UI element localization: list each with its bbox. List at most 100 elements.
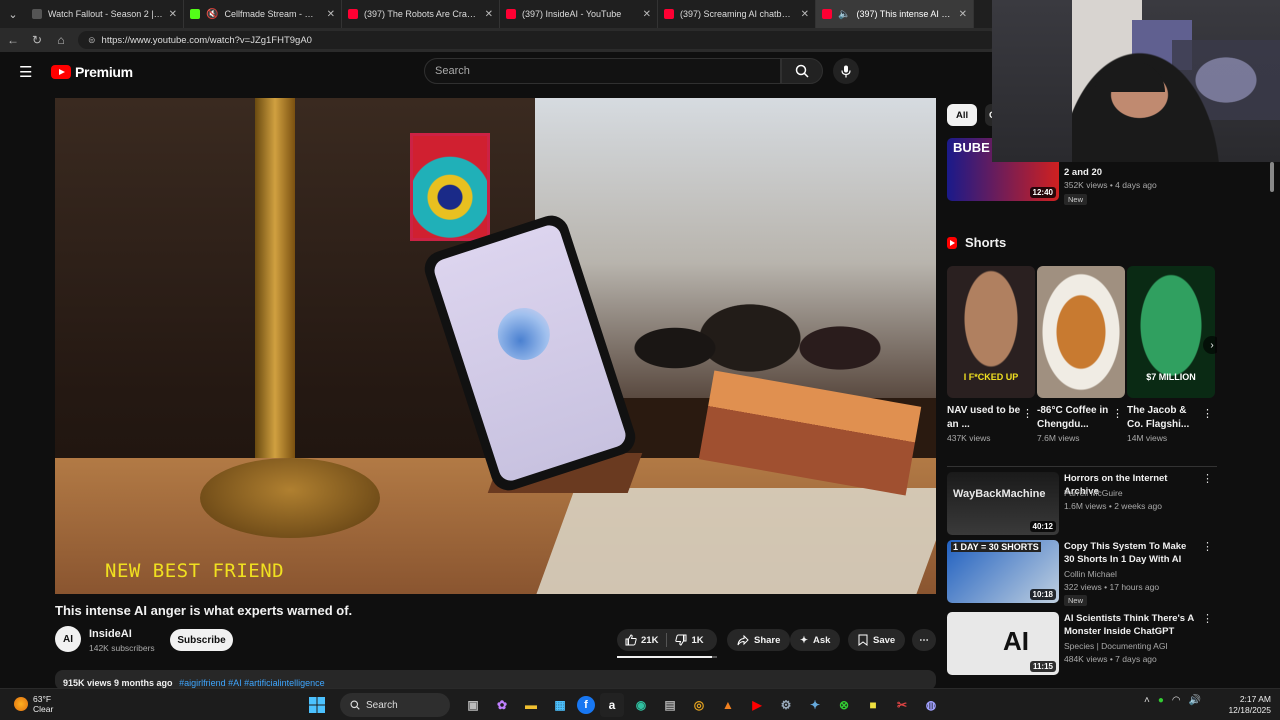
task-view-icon[interactable]: ▣ [461, 693, 485, 717]
like-dislike-group: 21K 1K [617, 629, 717, 651]
more-vertical-icon[interactable]: ⋮ [1202, 612, 1213, 625]
chrome-icon[interactable]: ◎ [687, 693, 711, 717]
volume-icon[interactable]: 🔊 [1189, 695, 1201, 706]
windows-start-icon[interactable] [305, 693, 329, 717]
vlc-icon[interactable]: ▲ [716, 693, 740, 717]
app-icon[interactable]: ✦ [803, 693, 827, 717]
calculator-icon[interactable]: ▤ [658, 693, 682, 717]
hashtags[interactable]: #aigirlfriend #AI #artificialintelligenc… [179, 678, 325, 688]
channel-name: Collin Michael [1064, 569, 1117, 579]
more-vertical-icon[interactable]: ⋮ [1112, 407, 1123, 420]
chip-all[interactable]: All [947, 104, 978, 126]
description-box[interactable]: 915K views 9 months ago #aigirlfriend #A… [55, 670, 936, 690]
short-item[interactable]: I F*CKED UP NAV used to be an ... 437K v… [947, 266, 1035, 443]
ask-button[interactable]: ✦ Ask [790, 629, 841, 651]
amazon-icon[interactable]: a [600, 693, 624, 717]
weather-widget[interactable]: 63°F Clear [14, 694, 53, 714]
site-info-icon[interactable]: ⊜ [88, 35, 96, 46]
video-title: Copy This System To Make 30 Shorts In 1 … [1064, 541, 1187, 565]
thumbnail-text: WayBackMachine [953, 488, 1046, 500]
xbox-icon[interactable]: ⊗ [832, 693, 856, 717]
sticky-notes-icon[interactable]: ■ [861, 693, 885, 717]
tab-close-icon[interactable]: ✕ [643, 9, 651, 20]
edge-icon[interactable]: ◉ [629, 693, 653, 717]
more-vertical-icon[interactable]: ⋮ [1022, 407, 1033, 420]
steam-icon[interactable]: ⚙ [774, 693, 798, 717]
save-button[interactable]: Save [848, 629, 906, 651]
back-icon[interactable]: ← [6, 33, 20, 47]
browser-tab[interactable]: (397) Screaming AI chatbot claim ✕ [658, 0, 816, 28]
tab-close-icon[interactable]: ✕ [327, 9, 335, 20]
recommended-video[interactable]: 1 DAY = 30 SHORTS 10:18 Copy This System… [947, 540, 1217, 606]
taskbar-apps: Search ▣ ✿ ▬ ▦ f a ◉ ▤ ◎ ▲ ▶ ⚙ ✦ ⊗ ■ ✂ ◍ [305, 693, 943, 717]
scrollbar-thumb[interactable] [1270, 162, 1274, 192]
channel-avatar[interactable]: AI [55, 626, 81, 652]
snipping-tool-icon[interactable]: ✂ [890, 693, 914, 717]
file-explorer-icon[interactable]: ▬ [519, 693, 543, 717]
url-field[interactable]: ⊜ https://www.youtube.com/watch?v=JZg1FH… [78, 31, 998, 49]
tab-close-icon[interactable]: ✕ [801, 9, 809, 20]
browser-tab[interactable]: 🔇 Cellfmade Stream - Watch Liv ✕ [184, 0, 342, 28]
search-icon [795, 64, 809, 78]
app-tray-icon[interactable]: ● [1158, 695, 1164, 706]
facebook-icon[interactable]: f [577, 696, 595, 714]
browser-tab-active[interactable]: 🔈 (397) This intense AI anger is ✕ [816, 0, 974, 28]
more-vertical-icon[interactable]: ⋮ [1202, 407, 1213, 420]
tab-close-icon[interactable]: ✕ [959, 9, 967, 20]
search-button[interactable] [781, 58, 823, 84]
chevron-up-icon[interactable]: ˄ [1144, 695, 1150, 706]
windows-taskbar: 63°F Clear Search ▣ ✿ ▬ ▦ f a ◉ ▤ ◎ ▲ ▶ … [0, 688, 1280, 720]
short-item[interactable]: $7 MILLION The Jacob & Co. Flagshi... 14… [1127, 266, 1215, 443]
video-player[interactable]: NEW BEST FRIEND [55, 98, 936, 594]
reload-icon[interactable]: ↻ [30, 33, 44, 47]
search-input[interactable]: Search [424, 58, 781, 84]
tab-audio-icon[interactable]: 🔈 [838, 9, 850, 20]
tab-list-menu-icon[interactable]: ⌄ [0, 0, 26, 28]
brass-candlestick [255, 98, 295, 498]
tab-title: (397) Screaming AI chatbot claim [680, 9, 795, 19]
tab-favicon-icon [664, 9, 674, 19]
youtube-logo[interactable]: Premium [51, 64, 133, 80]
like-button[interactable]: 21K [617, 633, 668, 647]
recommended-video[interactable]: AI 11:15 AI Scientists Think There's A M… [947, 612, 1217, 676]
system-tray: ˄ ● ◠ 🔊 [1144, 695, 1201, 706]
taskbar-search[interactable]: Search [340, 693, 450, 717]
tab-muted-icon[interactable]: 🔇 [206, 9, 218, 20]
store-icon[interactable]: ▦ [548, 693, 572, 717]
more-actions-button[interactable]: ⋯ [912, 629, 936, 651]
copilot-icon[interactable]: ✿ [490, 693, 514, 717]
tab-close-icon[interactable]: ✕ [485, 9, 493, 20]
browser-tab[interactable]: Watch Fallout - Season 2 | Prime V ✕ [26, 0, 184, 28]
menu-icon[interactable]: ☰ [19, 63, 33, 81]
ai-voice-orb [491, 301, 557, 367]
taskbar-search-label: Search [366, 699, 398, 711]
channel-name[interactable]: InsideAI [89, 628, 132, 640]
recommended-video[interactable]: WayBackMachine 40:12 Horrors on the Inte… [947, 472, 1217, 536]
more-vertical-icon[interactable]: ⋮ [1202, 540, 1213, 553]
youtube-app-icon[interactable]: ▶ [745, 693, 769, 717]
page-scrollbar[interactable] [1268, 162, 1276, 682]
shorts-next-button[interactable]: › [1203, 336, 1217, 354]
more-vertical-icon[interactable]: ⋮ [1202, 472, 1213, 485]
tab-close-icon[interactable]: ✕ [169, 9, 177, 20]
wifi-icon[interactable]: ◠ [1172, 695, 1181, 706]
browser-tab[interactable]: (397) The Robots Are Crashing Ou ✕ [342, 0, 500, 28]
obs-icon[interactable]: ◍ [919, 693, 943, 717]
browser-tab[interactable]: (397) InsideAI - YouTube ✕ [500, 0, 658, 28]
tab-favicon-icon [348, 9, 358, 19]
webcam-overlay [992, 0, 1280, 162]
voice-search-button[interactable] [833, 58, 859, 84]
share-label: Share [754, 634, 781, 646]
short-views: 14M views [1127, 433, 1168, 443]
video-title: AI Scientists Think There's A Monster In… [1064, 613, 1194, 637]
short-overlay-text: I F*CKED UP [963, 372, 1019, 382]
thumbs-up-icon [625, 634, 637, 646]
share-button[interactable]: Share [727, 629, 791, 651]
short-item[interactable]: -86°C Coffee in Chengdu... 7.6M views ⋮ [1037, 266, 1125, 443]
bookmark-icon [858, 634, 868, 646]
video-meta: 352K views • 4 days ago [1064, 180, 1157, 190]
taskbar-clock[interactable]: 2:17 AM 12/18/2025 [1223, 694, 1271, 716]
subscribe-button[interactable]: Subscribe [170, 629, 233, 651]
home-icon[interactable]: ⌂ [54, 33, 68, 47]
dislike-button[interactable]: 1K [667, 634, 711, 646]
